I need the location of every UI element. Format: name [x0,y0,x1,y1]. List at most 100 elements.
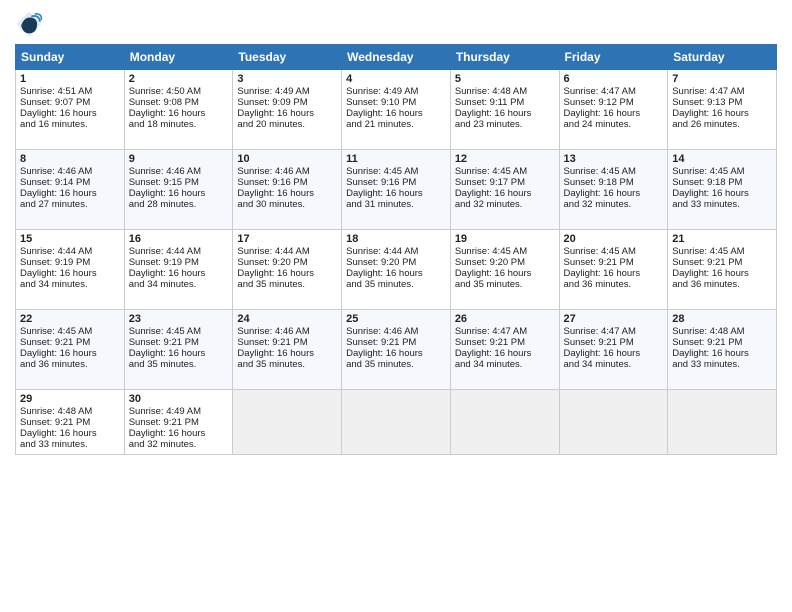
day-info: Sunrise: 4:45 AM [129,326,229,337]
day-info: Sunrise: 4:47 AM [564,326,664,337]
calendar-cell: 10Sunrise: 4:46 AMSunset: 9:16 PMDayligh… [233,150,342,230]
calendar-cell: 13Sunrise: 4:45 AMSunset: 9:18 PMDayligh… [559,150,668,230]
day-number: 23 [129,313,229,325]
day-info: Sunset: 9:21 PM [129,417,229,428]
day-number: 20 [564,233,664,245]
day-info: Daylight: 16 hours [129,268,229,279]
day-info: Sunset: 9:11 PM [455,97,555,108]
page: SundayMondayTuesdayWednesdayThursdayFrid… [0,0,792,612]
day-info: Sunset: 9:21 PM [672,337,772,348]
calendar-cell: 4Sunrise: 4:49 AMSunset: 9:10 PMDaylight… [342,70,451,150]
calendar-cell: 14Sunrise: 4:45 AMSunset: 9:18 PMDayligh… [668,150,777,230]
day-number: 8 [20,153,120,165]
day-number: 5 [455,73,555,85]
day-info: Sunset: 9:17 PM [455,177,555,188]
day-info: Sunrise: 4:45 AM [455,166,555,177]
day-info: Daylight: 16 hours [237,348,337,359]
calendar-cell: 27Sunrise: 4:47 AMSunset: 9:21 PMDayligh… [559,310,668,390]
logo-icon [15,10,43,38]
day-number: 17 [237,233,337,245]
day-info: and 32 minutes. [564,199,664,210]
day-info: Daylight: 16 hours [237,188,337,199]
calendar-cell: 8Sunrise: 4:46 AMSunset: 9:14 PMDaylight… [16,150,125,230]
day-info: Daylight: 16 hours [455,268,555,279]
day-info: Sunset: 9:21 PM [564,337,664,348]
calendar-week-2: 15Sunrise: 4:44 AMSunset: 9:19 PMDayligh… [16,230,777,310]
day-info: Sunrise: 4:45 AM [564,246,664,257]
day-info: and 28 minutes. [129,199,229,210]
day-info: Daylight: 16 hours [672,348,772,359]
weekday-header-thursday: Thursday [450,45,559,70]
day-info: Sunset: 9:21 PM [564,257,664,268]
day-info: and 35 minutes. [237,279,337,290]
day-number: 25 [346,313,446,325]
day-info: Daylight: 16 hours [672,188,772,199]
day-number: 2 [129,73,229,85]
day-info: Sunset: 9:16 PM [237,177,337,188]
day-number: 9 [129,153,229,165]
calendar-cell: 7Sunrise: 4:47 AMSunset: 9:13 PMDaylight… [668,70,777,150]
day-info: Daylight: 16 hours [672,268,772,279]
day-info: Sunrise: 4:44 AM [237,246,337,257]
day-info: Sunset: 9:08 PM [129,97,229,108]
day-info: Daylight: 16 hours [455,348,555,359]
weekday-header-friday: Friday [559,45,668,70]
day-info: Sunrise: 4:45 AM [672,166,772,177]
day-info: Sunset: 9:13 PM [672,97,772,108]
day-info: Sunrise: 4:46 AM [129,166,229,177]
day-number: 24 [237,313,337,325]
day-number: 29 [20,393,120,405]
day-number: 28 [672,313,772,325]
day-info: Sunrise: 4:44 AM [20,246,120,257]
calendar-cell: 21Sunrise: 4:45 AMSunset: 9:21 PMDayligh… [668,230,777,310]
day-number: 26 [455,313,555,325]
day-number: 19 [455,233,555,245]
day-info: Sunrise: 4:45 AM [20,326,120,337]
calendar-cell: 3Sunrise: 4:49 AMSunset: 9:09 PMDaylight… [233,70,342,150]
day-info: Sunrise: 4:50 AM [129,86,229,97]
calendar-cell: 11Sunrise: 4:45 AMSunset: 9:16 PMDayligh… [342,150,451,230]
weekday-header-saturday: Saturday [668,45,777,70]
day-info: Daylight: 16 hours [129,108,229,119]
day-info: and 36 minutes. [20,359,120,370]
day-number: 3 [237,73,337,85]
day-info: Daylight: 16 hours [346,188,446,199]
calendar-cell [559,390,668,455]
day-number: 7 [672,73,772,85]
day-info: Sunset: 9:20 PM [455,257,555,268]
day-number: 12 [455,153,555,165]
day-info: Daylight: 16 hours [129,428,229,439]
day-info: and 32 minutes. [129,439,229,450]
calendar-week-3: 22Sunrise: 4:45 AMSunset: 9:21 PMDayligh… [16,310,777,390]
day-number: 27 [564,313,664,325]
weekday-header-monday: Monday [124,45,233,70]
calendar-cell: 1Sunrise: 4:51 AMSunset: 9:07 PMDaylight… [16,70,125,150]
day-info: Daylight: 16 hours [455,188,555,199]
day-info: and 18 minutes. [129,119,229,130]
day-info: Sunrise: 4:48 AM [20,406,120,417]
day-info: and 35 minutes. [346,359,446,370]
day-info: and 33 minutes. [20,439,120,450]
day-info: and 21 minutes. [346,119,446,130]
day-info: Daylight: 16 hours [20,428,120,439]
day-number: 18 [346,233,446,245]
day-info: and 20 minutes. [237,119,337,130]
day-info: and 32 minutes. [455,199,555,210]
day-info: and 34 minutes. [129,279,229,290]
day-info: Sunrise: 4:51 AM [20,86,120,97]
calendar-cell: 5Sunrise: 4:48 AMSunset: 9:11 PMDaylight… [450,70,559,150]
calendar-cell [342,390,451,455]
day-info: Sunset: 9:12 PM [564,97,664,108]
day-info: Daylight: 16 hours [455,108,555,119]
calendar-cell: 26Sunrise: 4:47 AMSunset: 9:21 PMDayligh… [450,310,559,390]
day-info: Sunrise: 4:46 AM [346,326,446,337]
day-info: Daylight: 16 hours [129,188,229,199]
calendar-cell [668,390,777,455]
day-info: Daylight: 16 hours [129,348,229,359]
logo [15,10,47,38]
day-info: and 36 minutes. [672,279,772,290]
calendar-cell: 15Sunrise: 4:44 AMSunset: 9:19 PMDayligh… [16,230,125,310]
day-info: Sunrise: 4:48 AM [672,326,772,337]
day-info: Sunset: 9:21 PM [346,337,446,348]
calendar-cell: 23Sunrise: 4:45 AMSunset: 9:21 PMDayligh… [124,310,233,390]
